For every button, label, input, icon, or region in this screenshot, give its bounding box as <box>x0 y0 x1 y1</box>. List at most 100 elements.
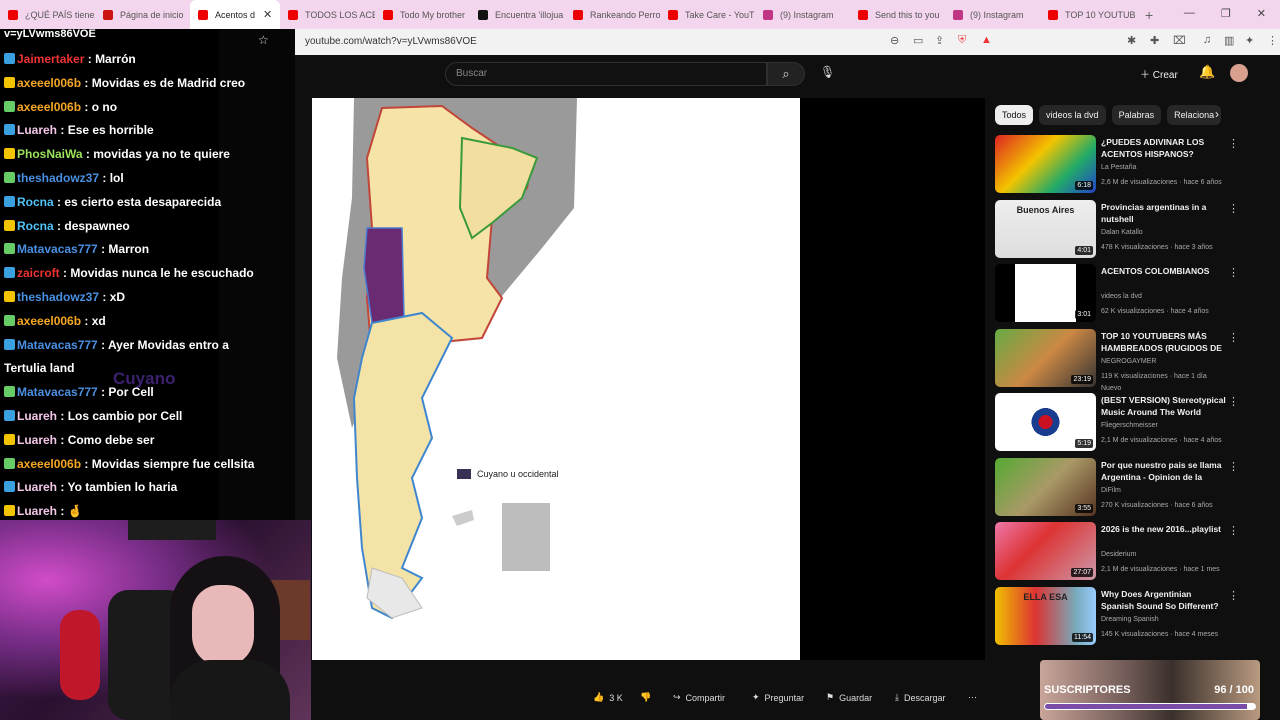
recommendation-item[interactable]: 27:07 2026 is the new 2016...playlist De… <box>995 522 1275 582</box>
chat-username[interactable]: axeeel006b <box>17 457 81 471</box>
filter-chip[interactable]: Todos <box>995 105 1034 125</box>
browser-tab[interactable]: TOP 10 YOUTUBE <box>1040 0 1135 29</box>
browser-tab[interactable]: Send this to you <box>850 0 945 29</box>
maximize-icon[interactable]: ❐ <box>1221 7 1231 20</box>
chat-username[interactable]: Matavacas777 <box>17 385 98 399</box>
channel-name[interactable]: Dreaming Spanish <box>1101 616 1159 623</box>
screen-icon[interactable]: ▭ <box>913 34 923 47</box>
share-icon[interactable]: ⇪ <box>935 34 944 47</box>
video-title[interactable]: 2026 is the new 2016...playlist <box>1101 523 1226 535</box>
video-thumbnail[interactable]: 6:18 <box>995 135 1096 193</box>
chat-username[interactable]: PhosNaiWa <box>17 147 83 161</box>
video-title[interactable]: ¿PUEDES ADIVINAR LOS ACENTOS HISPANOS? A… <box>1101 136 1226 162</box>
search-input[interactable]: Buscar <box>445 62 767 86</box>
close-window-icon[interactable]: ✕ <box>1257 7 1266 20</box>
alert-icon[interactable]: ▲ <box>981 34 992 46</box>
chat-username[interactable]: Luareh <box>17 409 57 423</box>
recommendation-item[interactable]: 23:19 TOP 10 YOUTUBERS MÁS HAMBREADOS (R… <box>995 328 1275 392</box>
more-options-icon[interactable]: ⋮ <box>1228 331 1239 344</box>
assistant-icon[interactable]: ✦ <box>1245 34 1254 47</box>
account-avatar[interactable] <box>1230 64 1248 82</box>
browser-tab[interactable]: (9) Instagram <box>755 0 850 29</box>
more-options-icon[interactable]: ⋮ <box>1228 589 1239 602</box>
video-title[interactable]: ACENTOS COLOMBIANOS <box>1101 265 1226 277</box>
channel-name[interactable]: Dalan Katallo <box>1101 229 1143 236</box>
more-options-icon[interactable]: ⋮ <box>1228 202 1239 215</box>
chat-username[interactable]: theshadowz37 <box>17 290 99 304</box>
recommendation-item[interactable]: Buenos Aires 4:01 Provincias argentinas i… <box>995 199 1275 260</box>
chat-username[interactable]: Luareh <box>17 433 57 447</box>
shield-icon[interactable]: ⛨ <box>958 34 966 47</box>
video-title[interactable]: Why Does Argentinian Spanish Sound So Di… <box>1101 588 1226 612</box>
video-thumbnail[interactable]: 3:01 <box>995 264 1096 322</box>
channel-name[interactable]: DiFilm <box>1101 487 1121 494</box>
channel-name[interactable]: La Pestaña <box>1101 164 1136 171</box>
channel-name[interactable]: Fliegerschmeisser <box>1101 422 1158 429</box>
chat-username[interactable]: Matavacas777 <box>17 338 98 352</box>
ask-button[interactable]: ✦ Preguntar <box>752 692 804 703</box>
more-options-icon[interactable]: ⋮ <box>1228 524 1239 537</box>
channel-name[interactable]: Desiderium <box>1101 551 1136 558</box>
chat-username[interactable]: Luareh <box>17 504 57 518</box>
new-tab-icon[interactable]: + <box>1145 7 1153 23</box>
video-title[interactable]: Por que nuestro pais se llama Argentina … <box>1101 459 1226 485</box>
browser-tab[interactable]: Rankeando Perro <box>565 0 660 29</box>
address-bar[interactable]: youtube.com/watch?v=yLVwms86VOE ⊖ ▭ ⇪ ⛨ … <box>295 29 1280 55</box>
recommendation-item[interactable]: ELLA ESA 11:54 Why Does Argentinian Spani… <box>995 586 1275 647</box>
browser-tab[interactable]: Página de inicio <box>95 0 190 29</box>
more-options-icon[interactable]: ⋮ <box>1228 395 1239 408</box>
filter-chip[interactable]: Palabras <box>1111 105 1162 125</box>
chat-username[interactable]: Rocna <box>17 195 54 209</box>
search-button[interactable]: ⌕ <box>767 62 805 86</box>
save-button[interactable]: ⚑ Guardar <box>826 692 872 703</box>
video-title[interactable]: TOP 10 YOUTUBERS MÁS HAMBREADOS (RUGIDOS… <box>1101 330 1226 356</box>
filter-chip[interactable]: Relaciona <box>1167 105 1222 125</box>
channel-name[interactable]: videos la dvd <box>1101 293 1142 300</box>
chat-username[interactable]: Jaimertaker <box>17 52 84 66</box>
browser-tab[interactable]: TODOS LOS ACE <box>280 0 375 29</box>
puzzle-icon[interactable]: ✚ <box>1150 34 1159 47</box>
more-options-icon[interactable]: ⋮ <box>1228 137 1239 150</box>
video-title[interactable]: Provincias argentinas in a nutshell <box>1101 201 1226 225</box>
share-button[interactable]: ↪ Compartir <box>673 692 725 703</box>
url-text[interactable]: youtube.com/watch?v=yLVwms86VOE <box>305 36 477 47</box>
microphone-icon[interactable]: 🎙 <box>820 65 835 79</box>
extension-icon[interactable]: ✱ <box>1127 34 1136 47</box>
chat-username[interactable]: theshadowz37 <box>17 171 99 185</box>
tab-close-icon[interactable]: ✕ <box>263 8 272 21</box>
chat-username[interactable]: axeeel006b <box>17 314 81 328</box>
recommendation-item[interactable]: 5:19 (BEST VERSION) Stereotypical Music … <box>995 393 1275 453</box>
video-thumbnail[interactable]: ELLA ESA 11:54 <box>995 586 1096 645</box>
recommendation-item[interactable]: 6:18 ¿PUEDES ADIVINAR LOS ACENTOS HISPAN… <box>995 135 1275 195</box>
channel-name[interactable]: NEGROGAYMER <box>1101 358 1157 365</box>
video-thumbnail[interactable]: 5:19 <box>995 393 1096 451</box>
browser-tab[interactable]: (9) Instagram <box>945 0 1040 29</box>
chat-username[interactable]: zaicroft <box>17 266 60 280</box>
browser-tab[interactable]: Todo My brother <box>375 0 470 29</box>
browser-tab[interactable]: Encuentra 'illojua <box>470 0 565 29</box>
recommendation-item[interactable]: 3:01 ACENTOS COLOMBIANOS videos la dvd 6… <box>995 264 1275 324</box>
sidebar-icon[interactable]: ▥ <box>1224 34 1234 47</box>
more-actions-button[interactable]: ⋯ <box>968 692 977 703</box>
browser-tab[interactable]: Take Care - YouT <box>660 0 755 29</box>
create-button[interactable]: ＋ Crear <box>1140 66 1178 81</box>
video-thumbnail[interactable]: Buenos Aires 4:01 <box>995 199 1096 258</box>
bookmark-star-icon[interactable]: ☆ <box>258 33 269 47</box>
more-options-icon[interactable]: ⋮ <box>1228 460 1239 473</box>
chat-username[interactable]: Matavacas777 <box>17 242 98 256</box>
video-title[interactable]: (BEST VERSION) Stereotypical Music Aroun… <box>1101 394 1226 418</box>
minimize-icon[interactable]: — <box>1184 7 1195 20</box>
chat-username[interactable]: axeeel006b <box>17 76 81 90</box>
browser-tab[interactable]: Acentos d ✕ <box>190 0 280 29</box>
music-icon[interactable]: ♫ <box>1203 34 1211 46</box>
video-thumbnail[interactable]: 23:19 <box>995 328 1096 387</box>
browser-tab[interactable]: ¿QUÉ PAÍS tiene <box>0 0 95 29</box>
chat-username[interactable]: axeeel006b <box>17 100 81 114</box>
video-thumbnail[interactable]: 27:07 <box>995 522 1096 580</box>
video-thumbnail[interactable]: 3:55 <box>995 457 1096 516</box>
chat-username[interactable]: Rocna <box>17 219 54 233</box>
screenshot-icon[interactable]: ⌧ <box>1173 34 1186 47</box>
video-player[interactable]: Cuyano u occidental <box>312 98 800 660</box>
download-button[interactable]: ⤓ Descargar <box>895 692 946 703</box>
recommendation-item[interactable]: 3:55 Por que nuestro pais se llama Argen… <box>995 457 1275 518</box>
